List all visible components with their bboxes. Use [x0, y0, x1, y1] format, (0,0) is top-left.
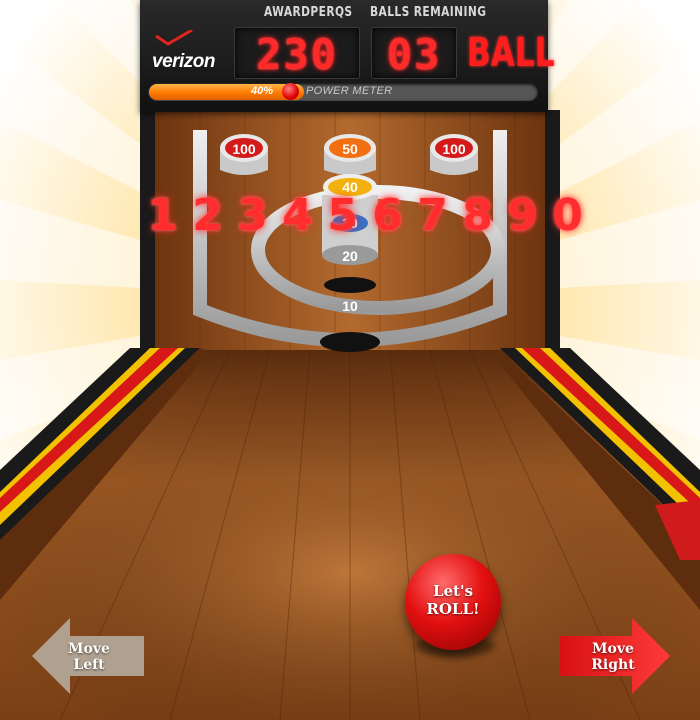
hole-20-value: 20	[342, 248, 358, 264]
number-7: 7	[417, 190, 448, 241]
balls-label: BALLS REMAINING	[370, 5, 487, 20]
move-right-label: Move Right	[578, 641, 648, 673]
power-knob-icon	[282, 83, 299, 100]
number-9: 9	[507, 190, 538, 241]
score-display: 230	[234, 27, 360, 79]
roll-line1: Let's	[432, 582, 474, 600]
number-6: 6	[372, 190, 403, 241]
power-meter: 40% POWER METER	[148, 83, 538, 101]
power-percent: 40%	[251, 85, 274, 97]
score-label: AWARDPERQS	[264, 5, 353, 20]
balls-display: 03	[371, 27, 457, 79]
number-1: 1	[147, 190, 178, 241]
cup-left-value: 100	[232, 141, 256, 157]
cup-right-value: 100	[442, 141, 466, 157]
move-right-button[interactable]: Move Right	[560, 616, 670, 696]
move-left-line1: Move	[68, 641, 110, 657]
hole-10-value: 10	[342, 298, 358, 314]
scoreboard: verizon AWARDPERQS 230 BALLS REMAINING 0…	[140, 0, 555, 112]
power-meter-fill	[149, 84, 304, 100]
number-2: 2	[192, 190, 223, 241]
logo-text: verizon	[152, 51, 216, 72]
ball-word: BALL	[467, 30, 555, 76]
balls-value: 03	[386, 30, 442, 79]
roll-line2: ROLL!	[426, 600, 480, 618]
move-right-line2: Right	[591, 657, 635, 673]
score-value: 230	[256, 30, 338, 79]
move-right-line1: Move	[592, 641, 634, 657]
cup-right-100: 100	[428, 130, 480, 178]
power-label: POWER METER	[306, 85, 393, 97]
number-8: 8	[462, 190, 493, 241]
cup-center-50: 50	[322, 130, 378, 178]
move-left-label: Move Left	[56, 641, 122, 673]
cup-left-100: 100	[218, 130, 270, 178]
number-5: 5	[327, 190, 358, 241]
roll-label: Let's ROLL!	[405, 582, 501, 618]
number-row: 1 2 3 4 5 6 7 8 9 0	[140, 190, 590, 241]
verizon-logo: verizon	[152, 30, 232, 74]
number-3: 3	[237, 190, 268, 241]
move-left-line2: Left	[73, 657, 105, 673]
roll-button[interactable]: Let's ROLL!	[405, 554, 501, 650]
number-4: 4	[282, 190, 313, 241]
number-0: 0	[552, 190, 583, 241]
cup-center-value: 50	[342, 141, 358, 157]
move-left-button[interactable]: Move Left	[32, 616, 144, 696]
game-stage: 100 50 100 40 30 20 10 1 2 3 4 5 6 7 8 9…	[0, 0, 700, 720]
